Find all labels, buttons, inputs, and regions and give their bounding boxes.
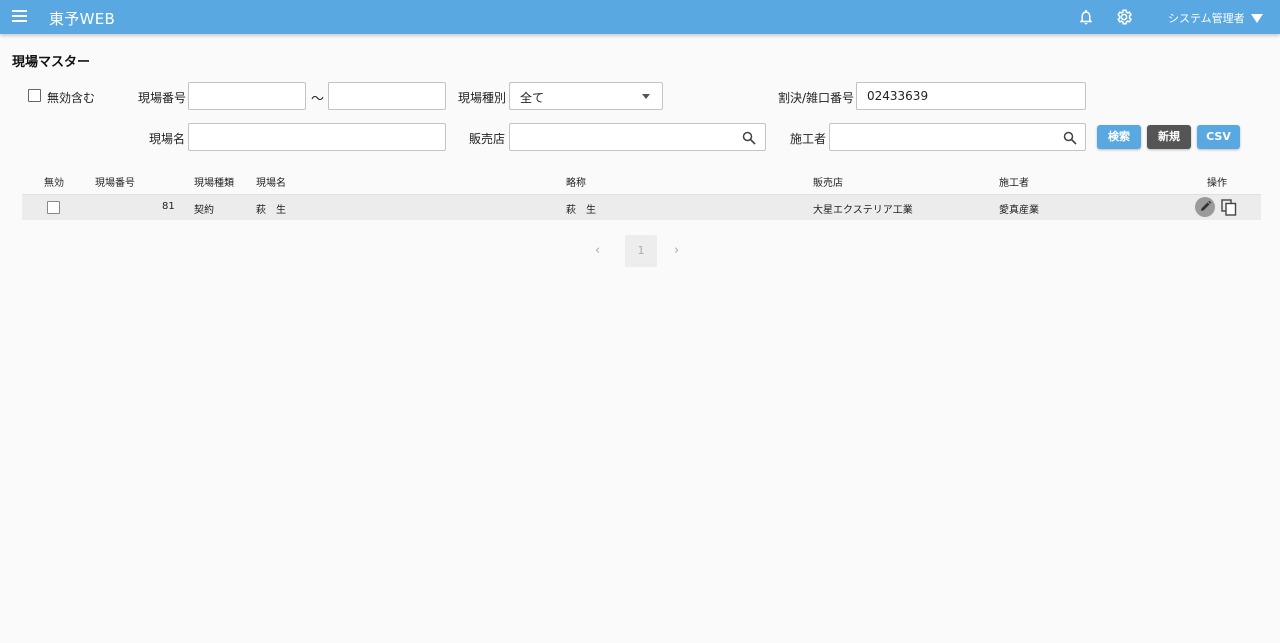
top-bar: 東予WEB システム管理者 [0, 0, 1280, 34]
site-number-from-input[interactable] [188, 82, 306, 110]
col-header-contractor: 施工者 [999, 178, 1029, 189]
app-title: 東予WEB [49, 10, 116, 28]
dealer-search-icon[interactable] [742, 130, 756, 145]
contractor-search-icon[interactable] [1063, 130, 1077, 145]
row-site-type: 契約 [194, 205, 214, 216]
dealer-input[interactable] [509, 123, 766, 151]
contractor-input[interactable] [829, 123, 1086, 151]
row-abbreviation: 萩 生 [566, 205, 596, 216]
col-header-site-number: 現場番号 [95, 178, 135, 189]
site-number-label: 現場番号 [138, 91, 187, 105]
user-menu[interactable]: システム管理者 [1168, 10, 1263, 26]
dropdown-arrow-icon [642, 94, 650, 99]
col-header-invalid: 無効 [44, 178, 64, 189]
site-name-label: 現場名 [149, 132, 186, 146]
site-type-label: 現場種別 [458, 91, 507, 105]
site-type-select[interactable]: 全て [509, 82, 663, 110]
include-invalid-checkbox[interactable] [28, 89, 41, 102]
col-header-actions: 操作 [1207, 178, 1227, 189]
pagination-page-1[interactable]: 1 [625, 235, 657, 267]
page-title: 現場マスター [12, 55, 91, 70]
split-number-label: 割決/雑口番号 [778, 91, 855, 105]
edit-pencil-icon[interactable] [1195, 197, 1215, 217]
notification-bell-icon[interactable] [1077, 8, 1095, 26]
contractor-label: 施工者 [790, 132, 827, 146]
pagination-prev-button[interactable]: ‹ [595, 243, 600, 258]
col-header-site-name: 現場名 [256, 178, 286, 189]
row-dealer: 大星エクステリア工業 [813, 205, 913, 216]
csv-button[interactable]: CSV [1197, 125, 1240, 149]
row-contractor: 愛真産業 [999, 205, 1039, 216]
include-invalid-label: 無効含む [47, 91, 96, 105]
col-header-dealer: 販売店 [813, 178, 843, 189]
caret-down-icon [1250, 14, 1263, 23]
site-name-input[interactable] [188, 123, 446, 151]
settings-gear-icon[interactable] [1115, 8, 1133, 26]
search-button[interactable]: 検索 [1097, 125, 1141, 149]
col-header-abbreviation: 略称 [566, 178, 586, 189]
site-type-value: 全て [520, 91, 545, 105]
copy-icon[interactable] [1221, 199, 1237, 216]
row-invalid-checkbox[interactable] [47, 201, 60, 214]
dealer-label: 販売店 [469, 132, 506, 146]
row-site-name: 萩 生 [256, 205, 286, 216]
row-site-number: 81 [162, 201, 175, 212]
user-label: システム管理者 [1168, 12, 1245, 25]
split-number-input[interactable] [856, 82, 1086, 110]
col-header-site-type: 現場種類 [194, 178, 234, 189]
site-number-to-input[interactable] [328, 82, 446, 110]
range-separator: 〜 [311, 92, 325, 107]
hamburger-menu-icon[interactable] [12, 10, 27, 22]
pagination-next-button[interactable]: › [674, 243, 679, 258]
new-button[interactable]: 新規 [1147, 125, 1191, 149]
